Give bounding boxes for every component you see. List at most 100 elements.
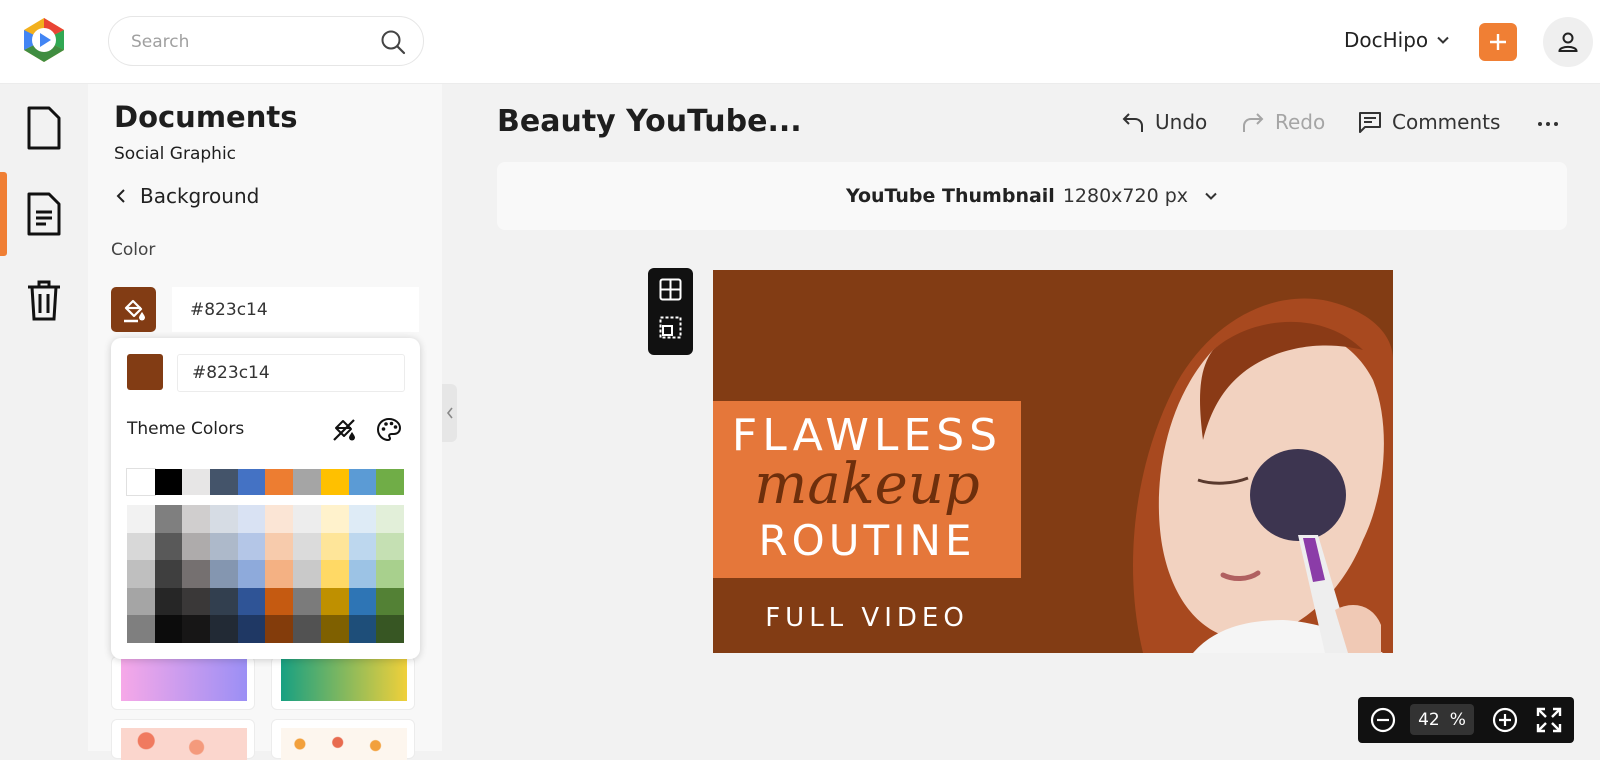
shade-color-swatch[interactable] (265, 615, 294, 643)
hex-color-input[interactable] (172, 287, 419, 332)
theme-color-swatch[interactable] (182, 469, 211, 495)
shade-color-swatch[interactable] (154, 587, 183, 615)
theme-color-swatch[interactable] (154, 469, 183, 495)
theme-color-swatch[interactable] (376, 469, 404, 495)
shade-color-swatch[interactable] (293, 560, 321, 588)
shade-color-swatch[interactable] (182, 615, 211, 643)
title-line-routine[interactable]: ROUTINE (713, 516, 1021, 565)
gradient-card-pink-purple[interactable] (111, 656, 255, 710)
shade-color-swatch[interactable] (127, 560, 155, 588)
comments-button[interactable]: Comments (1358, 110, 1500, 134)
palette-icon[interactable] (376, 417, 402, 443)
shade-color-swatch[interactable] (348, 587, 377, 615)
shade-color-swatch[interactable] (320, 532, 349, 560)
back-to-background[interactable]: Background (114, 184, 259, 208)
shade-color-swatch[interactable] (376, 560, 404, 588)
more-options-button[interactable] (1532, 112, 1564, 136)
design-canvas[interactable]: FLAWLESS makeup ROUTINE FULL VIDEO (713, 270, 1393, 653)
select-area-icon[interactable] (659, 316, 682, 339)
shade-color-swatch[interactable] (154, 560, 183, 588)
fill-color-button[interactable] (111, 287, 156, 332)
pattern-card-floral-white[interactable] (271, 719, 415, 760)
shade-color-swatch[interactable] (237, 532, 266, 560)
shade-color-swatch[interactable] (210, 505, 238, 533)
shade-color-swatch[interactable] (127, 532, 155, 560)
rail-item-documents[interactable] (0, 172, 88, 256)
theme-color-swatch[interactable] (320, 469, 349, 495)
theme-color-swatch[interactable] (237, 469, 266, 495)
shade-color-swatch[interactable] (293, 615, 321, 643)
rail-item-trash[interactable] (0, 258, 88, 342)
shade-color-swatch[interactable] (237, 560, 266, 588)
collapse-panel-handle[interactable] (442, 384, 457, 442)
shade-color-swatch[interactable] (320, 560, 349, 588)
model-photo[interactable] (1063, 270, 1393, 653)
zoom-in-icon[interactable] (1492, 707, 1518, 733)
shade-color-swatch[interactable] (127, 505, 155, 533)
zoom-out-icon[interactable] (1370, 707, 1396, 733)
shade-color-swatch[interactable] (376, 587, 404, 615)
pattern-card-floral-pink[interactable] (111, 719, 255, 760)
shade-color-swatch[interactable] (127, 615, 155, 643)
shade-color-swatch[interactable] (154, 532, 183, 560)
shade-color-swatch[interactable] (348, 560, 377, 588)
canvas-size-selector[interactable]: YouTube Thumbnail 1280x720 px (497, 162, 1567, 230)
workspace-dropdown[interactable]: DocHipo (1344, 28, 1450, 52)
shade-color-swatch[interactable] (237, 615, 266, 643)
search-box[interactable] (108, 16, 424, 66)
shade-color-swatch[interactable] (182, 560, 211, 588)
shade-color-swatch[interactable] (265, 505, 294, 533)
shade-color-swatch[interactable] (237, 587, 266, 615)
shade-color-swatch[interactable] (182, 505, 211, 533)
theme-color-swatch[interactable] (126, 468, 156, 496)
shade-color-swatch[interactable] (265, 587, 294, 615)
title-line-makeup[interactable]: makeup (713, 452, 1021, 517)
shade-color-swatch[interactable] (127, 587, 155, 615)
shade-color-swatch[interactable] (320, 615, 349, 643)
shade-color-swatch[interactable] (376, 505, 404, 533)
shade-color-swatch[interactable] (265, 560, 294, 588)
shade-color-swatch[interactable] (182, 532, 211, 560)
shade-color-swatch[interactable] (348, 532, 377, 560)
rail-item-new-document[interactable] (0, 86, 88, 170)
shade-color-swatch[interactable] (210, 587, 238, 615)
shade-color-swatch[interactable] (376, 615, 404, 643)
shade-color-swatch[interactable] (293, 532, 321, 560)
user-avatar[interactable] (1543, 17, 1593, 67)
current-color-swatch[interactable] (127, 354, 163, 390)
subtitle-full-video[interactable]: FULL VIDEO (713, 603, 1021, 633)
shade-color-swatch[interactable] (154, 505, 183, 533)
shade-color-swatch[interactable] (320, 587, 349, 615)
create-new-button[interactable] (1479, 23, 1517, 61)
shade-color-swatch[interactable] (210, 532, 238, 560)
undo-button[interactable]: Undo (1121, 110, 1207, 134)
theme-color-swatch[interactable] (293, 469, 321, 495)
shade-color-swatch[interactable] (320, 505, 349, 533)
shade-color-swatch[interactable] (293, 587, 321, 615)
redo-icon (1243, 113, 1264, 132)
shade-color-swatch[interactable] (182, 587, 211, 615)
shade-color-swatch[interactable] (348, 615, 377, 643)
search-icon[interactable] (379, 28, 407, 56)
shade-color-swatch[interactable] (237, 505, 266, 533)
grid-icon[interactable] (659, 278, 682, 301)
gradient-card-teal-yellow[interactable] (271, 656, 415, 710)
zoom-level[interactable]: 42 % (1410, 704, 1474, 735)
shade-color-swatch[interactable] (210, 615, 238, 643)
app-logo[interactable] (20, 16, 68, 64)
shade-color-swatch[interactable] (210, 560, 238, 588)
redo-button[interactable]: Redo (1241, 110, 1325, 134)
search-input[interactable] (131, 29, 371, 55)
popup-hex-input[interactable] (177, 354, 405, 392)
theme-color-swatch[interactable] (210, 469, 238, 495)
document-title[interactable]: Beauty YouTube... (497, 104, 802, 139)
theme-color-swatch[interactable] (348, 469, 377, 495)
shade-color-swatch[interactable] (293, 505, 321, 533)
shade-color-swatch[interactable] (348, 505, 377, 533)
shade-color-swatch[interactable] (265, 532, 294, 560)
fullscreen-icon[interactable] (1536, 707, 1562, 733)
theme-color-swatch[interactable] (265, 469, 294, 495)
shade-color-swatch[interactable] (154, 615, 183, 643)
no-fill-icon[interactable] (331, 417, 357, 443)
shade-color-swatch[interactable] (376, 532, 404, 560)
